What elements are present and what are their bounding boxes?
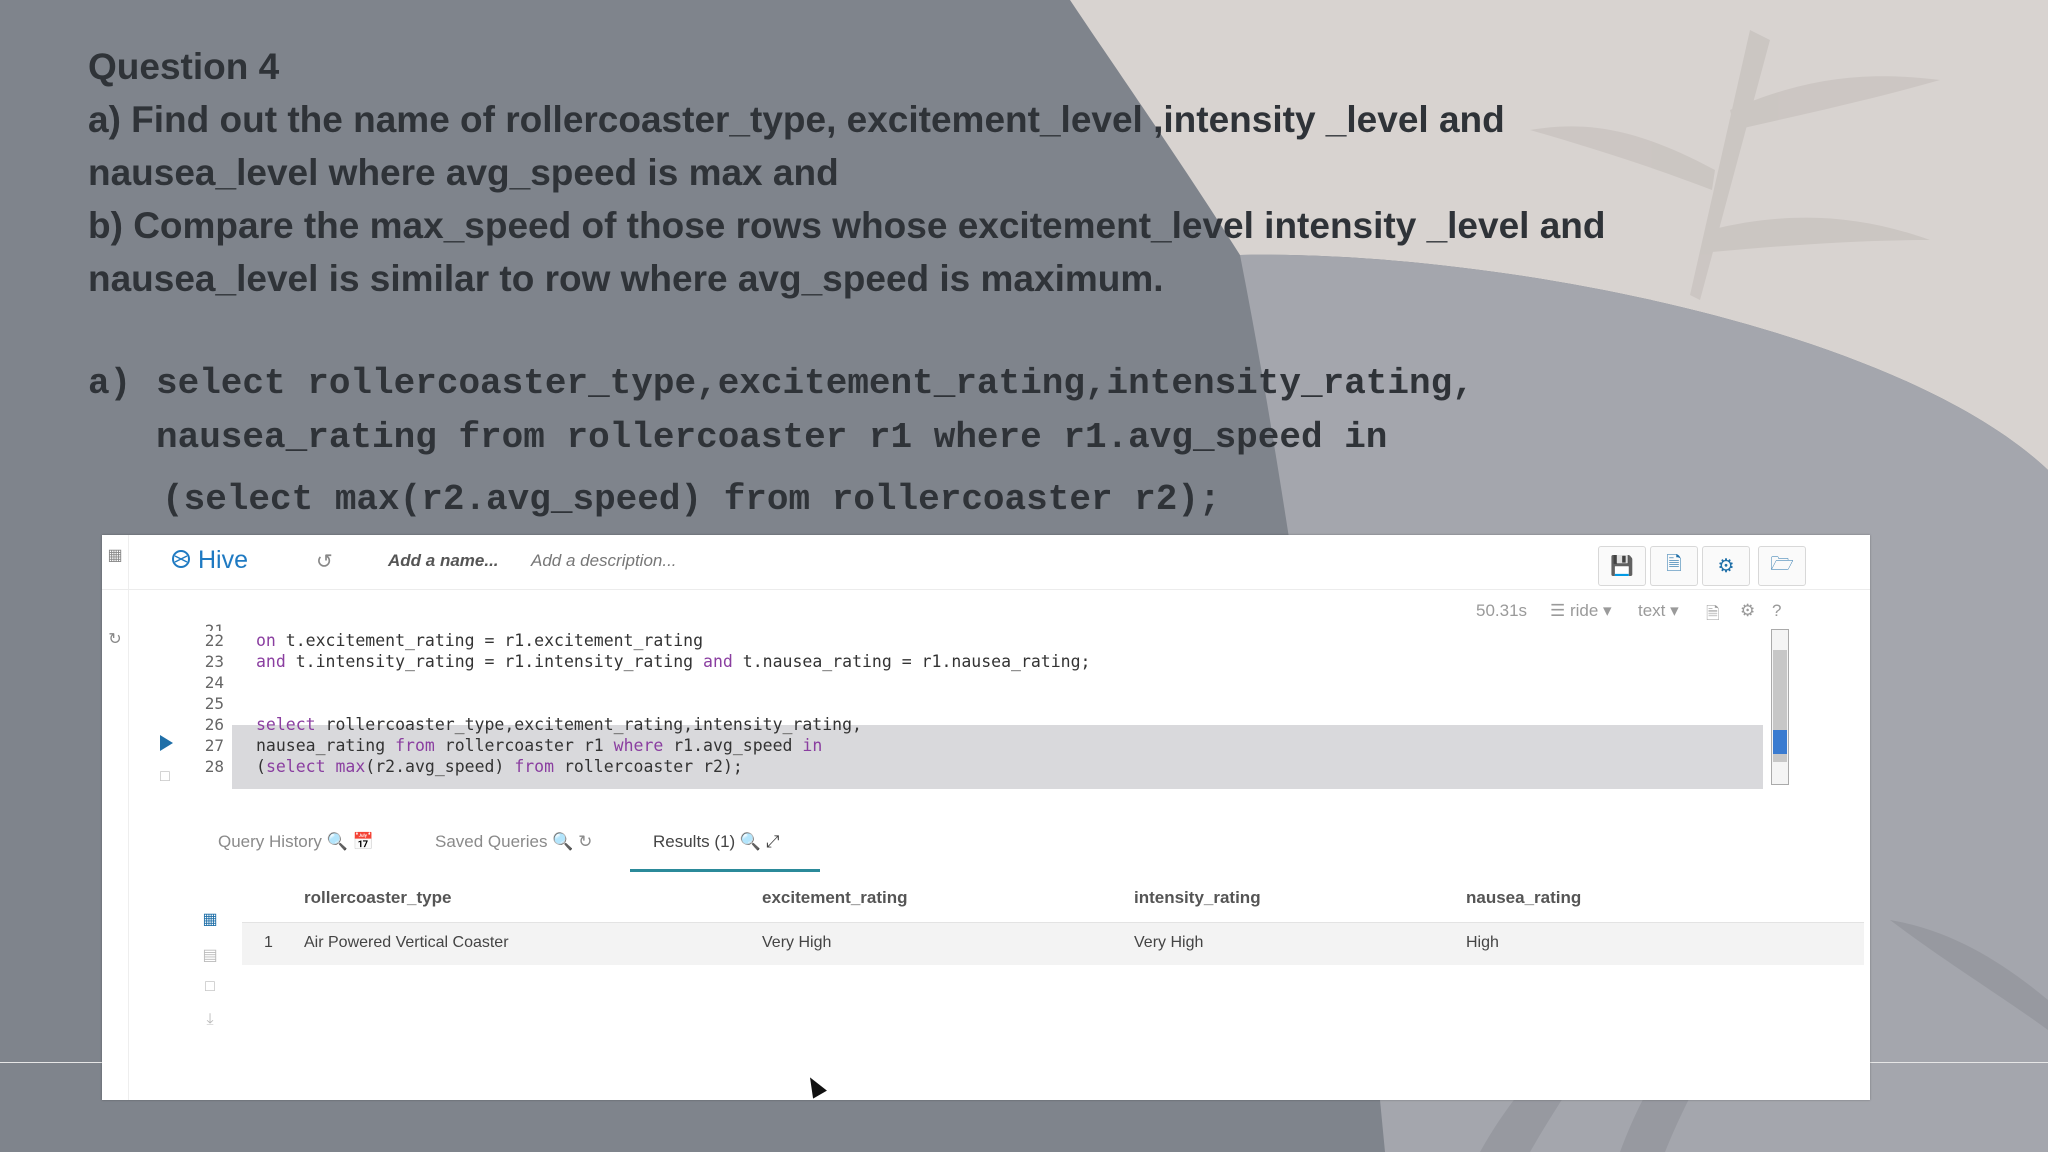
gears-icon: ⚙ (1717, 555, 1735, 577)
line-number: 25 (204, 694, 224, 713)
table-cell: High (1466, 934, 1499, 951)
calendar-icon[interactable]: 📅 (353, 832, 374, 851)
refresh-icon[interactable]: ↻ (578, 832, 592, 851)
answer-code-line-3: (select max(r2.avg_speed) from rollercoa… (88, 473, 1474, 527)
code-line: select rollercoaster_type,excitement_rat… (256, 715, 862, 734)
query-description-input[interactable]: Add a description... (531, 551, 677, 571)
download-icon[interactable]: ⤓ (198, 1011, 222, 1029)
answer-code-line-1: a) select rollercoaster_type,excitement_r… (88, 357, 1474, 411)
column-header[interactable]: excitement_rating (762, 875, 908, 921)
help-icon[interactable]: ? (1772, 601, 1781, 621)
hive-header: Hive ↺ Add a name... Add a description..… (102, 535, 1870, 590)
line-number: 22 (204, 631, 224, 650)
line-number: 26 (204, 715, 224, 734)
table-cell: Air Powered Vertical Coaster (304, 934, 509, 951)
table-cell: Very High (762, 934, 832, 951)
query-name-input[interactable]: Add a name... (388, 551, 499, 571)
line-number: 27 (204, 736, 224, 755)
editor-scrollbar[interactable] (1771, 629, 1789, 785)
folder-icon: 🗁 (1770, 554, 1794, 575)
answer-code: a) select rollercoaster_type,excitement_r… (88, 357, 1474, 527)
new-document-button[interactable]: 🗎 (1650, 546, 1698, 586)
document-icon: 🗎 (1666, 554, 1682, 575)
hive-logo[interactable]: Hive (170, 546, 248, 575)
question-title: Question 4 (88, 46, 280, 87)
settings-button[interactable]: ⚙ (1702, 546, 1750, 586)
tab-results[interactable]: Results (1) 🔍 ⤢ (653, 832, 779, 852)
line-number: 21 (204, 621, 224, 631)
question-line-2: nausea_level where avg_speed is max and (88, 152, 839, 193)
format-selector[interactable]: text ▾ (1638, 601, 1679, 621)
code-line: and t.intensity_rating = r1.intensity_ra… (256, 652, 1091, 671)
save-button[interactable]: 💾 (1598, 546, 1646, 586)
search-icon[interactable]: 🔍 (327, 832, 348, 851)
grid-view-icon[interactable]: ▦ (198, 909, 222, 929)
answer-code-text-3: (select max(r2.avg_speed) from rollercoa… (162, 479, 1221, 520)
active-tab-indicator (630, 869, 820, 872)
code-line: (select max(r2.avg_speed) from rollercoa… (256, 757, 743, 776)
question-line-4: nausea_level is similar to row where avg… (88, 258, 1164, 299)
question-block: Question 4 a) Find out the name of rolle… (88, 40, 1788, 305)
chart-view-icon[interactable]: ▤ (198, 945, 222, 965)
line-number: 24 (204, 673, 224, 692)
open-folder-button[interactable]: 🗁 (1758, 546, 1806, 586)
left-rail (102, 535, 129, 1100)
expand-icon[interactable]: ⤢ (766, 832, 780, 851)
scroll-position-marker (1773, 730, 1787, 754)
answer-code-text-1: select rollercoaster_type,excitement_rat… (156, 363, 1474, 404)
column-header[interactable]: nausea_rating (1466, 875, 1581, 921)
tab-query-history[interactable]: Query History 🔍 📅 (218, 832, 374, 852)
search-icon[interactable]: 🔍 (552, 832, 573, 851)
elapsed-time: 50.31s (1476, 601, 1528, 620)
answer-code-text-2: nausea_rating from rollercoaster r1 wher… (156, 417, 1388, 458)
snippet-icon[interactable]: □ (152, 768, 178, 786)
answer-code-line-2: nausea_rating from rollercoaster r1 wher… (88, 411, 1474, 465)
question-line-1: a) Find out the name of rollercoaster_ty… (88, 99, 1505, 140)
file-icon[interactable]: 🗎 (1706, 601, 1720, 630)
gear-icon[interactable]: ⚙ (1740, 601, 1755, 621)
tab-saved-queries[interactable]: Saved Queries 🔍 ↻ (435, 832, 592, 852)
column-header[interactable]: intensity_rating (1134, 875, 1261, 921)
run-query-icon[interactable] (160, 735, 173, 751)
search-icon[interactable]: 🔍 (740, 832, 761, 851)
save-icon: 💾 (1610, 556, 1634, 577)
hive-editor-panel: ▦ ↻ Hive ↺ Add a name... Add a descripti… (102, 535, 1870, 1100)
history-icon[interactable]: ↺ (316, 549, 333, 574)
columns-icon[interactable]: □ (198, 978, 222, 996)
code-line: on t.excitement_rating = r1.excitement_r… (256, 631, 704, 650)
line-number: 28 (204, 757, 224, 776)
database-icon: ☰ (1550, 601, 1570, 620)
line-number: 23 (204, 652, 224, 671)
table-cell: Very High (1134, 934, 1204, 951)
row-index: 1 (264, 934, 273, 951)
app-name: Hive (198, 546, 249, 574)
column-header[interactable]: rollercoaster_type (304, 875, 451, 921)
code-line: nausea_rating from rollercoaster r1 wher… (256, 736, 823, 755)
code-editor[interactable]: 21 22 on t.excitement_rating = r1.excite… (194, 621, 1870, 789)
question-line-3: b) Compare the max_speed of those rows w… (88, 205, 1606, 246)
answer-prefix: a) (88, 363, 132, 404)
bee-icon (172, 550, 190, 568)
refresh-icon[interactable]: ↻ (102, 629, 128, 649)
database-selector[interactable]: ☰ ride ▾ (1550, 601, 1612, 621)
